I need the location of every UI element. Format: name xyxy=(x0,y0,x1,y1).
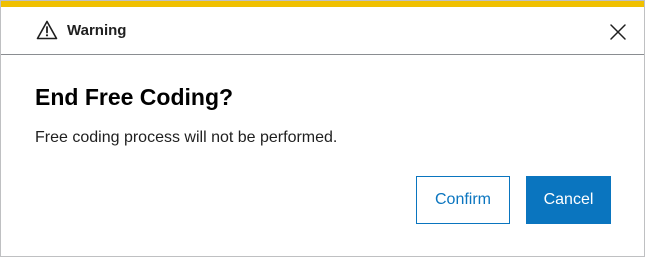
dialog-message: Free coding process will not be performe… xyxy=(35,129,338,146)
dialog-title: End Free Coding? xyxy=(35,84,234,110)
cancel-button[interactable]: Cancel xyxy=(526,176,611,224)
warning-triangle-icon xyxy=(36,20,58,40)
warning-dialog: Warning End Free Coding? Free coding pro… xyxy=(0,0,645,257)
close-icon[interactable] xyxy=(607,21,629,43)
dialog-header: Warning xyxy=(1,7,644,55)
confirm-button[interactable]: Confirm xyxy=(416,176,510,224)
dialog-header-title: Warning xyxy=(67,22,127,39)
